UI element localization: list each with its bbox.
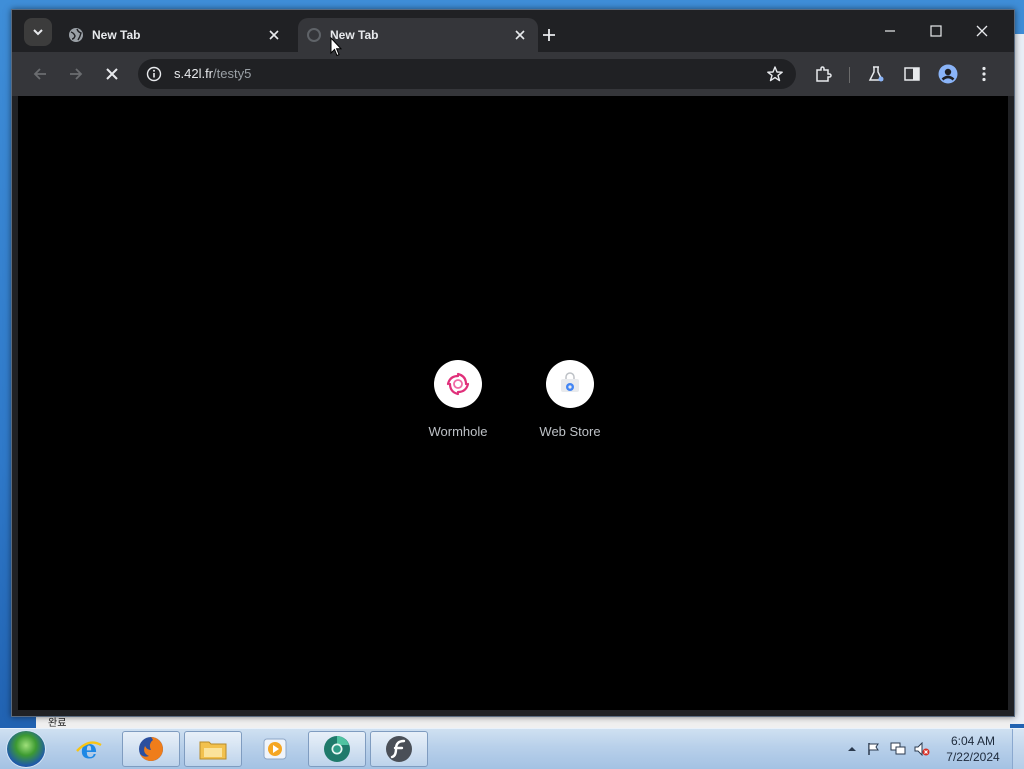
tab-close-button[interactable]	[264, 25, 284, 45]
close-icon	[269, 30, 279, 40]
taskbar-media-player[interactable]	[246, 731, 304, 767]
profile-button[interactable]	[938, 64, 958, 84]
webstore-icon	[561, 372, 579, 392]
side-panel-icon	[904, 67, 920, 81]
shortcut-label: Wormhole	[428, 424, 488, 439]
title-bar: New Tab New Tab	[12, 10, 1014, 52]
mouse-cursor-icon	[330, 37, 342, 57]
internet-explorer-icon: e	[76, 735, 102, 764]
toolbar-divider	[849, 67, 850, 83]
shortcut-web-store[interactable]: Web Store	[525, 360, 615, 439]
clock-time: 6:04 AM	[950, 734, 996, 748]
arrow-left-icon	[33, 68, 46, 80]
close-icon	[976, 25, 988, 37]
show-hidden-icons-button[interactable]	[844, 741, 860, 757]
new-tab-button[interactable]	[536, 22, 562, 48]
chevron-up-icon	[848, 747, 856, 751]
menu-button[interactable]	[974, 64, 994, 84]
tab-title: New Tab	[330, 28, 379, 42]
wormhole-icon	[446, 372, 470, 396]
taskbar-internet-explorer[interactable]: e	[60, 731, 118, 767]
arrow-right-icon	[70, 68, 83, 80]
flask-icon	[868, 66, 884, 82]
chevron-down-icon	[33, 29, 43, 36]
labs-button[interactable]	[866, 64, 886, 84]
tab-close-button[interactable]	[510, 25, 530, 45]
globe-icon	[68, 27, 84, 43]
network-button[interactable]	[890, 741, 906, 757]
toolbar: s.42l.fr/testy5	[12, 52, 1014, 96]
shortcut-label: Web Store	[539, 424, 601, 439]
svg-text:e: e	[81, 735, 98, 764]
flash-icon	[386, 736, 412, 762]
new-tab-page: Wormhole Web Store	[18, 96, 1008, 710]
taskbar-file-explorer[interactable]	[184, 731, 242, 767]
chrome-dev-icon	[324, 736, 350, 762]
system-clock[interactable]: 6:04 AM 7/22/2024	[940, 733, 1006, 765]
star-icon[interactable]	[766, 65, 784, 83]
taskbar-flash[interactable]	[370, 731, 428, 767]
volume-muted-icon	[914, 742, 930, 756]
flag-icon	[868, 743, 879, 755]
clock-date: 7/22/2024	[946, 750, 1000, 764]
close-icon	[106, 68, 118, 80]
taskbar: e 6:04 AM 7/22/2024	[0, 728, 1024, 769]
url-host: s.42l.fr	[174, 66, 214, 81]
start-button[interactable]	[6, 730, 46, 768]
maximize-button[interactable]	[914, 16, 958, 46]
minimize-button[interactable]	[868, 16, 912, 46]
extensions-button[interactable]	[813, 64, 833, 84]
tab-title: New Tab	[92, 28, 141, 42]
tab-new-tab-1[interactable]: New Tab	[60, 18, 292, 52]
shortcut-wormhole[interactable]: Wormhole	[413, 360, 503, 439]
loading-icon	[306, 27, 322, 43]
info-icon[interactable]	[146, 66, 162, 82]
stop-loading-button[interactable]	[98, 60, 126, 88]
volume-button[interactable]	[914, 741, 930, 757]
tab-search-button[interactable]	[24, 18, 52, 46]
url-path: /testy5	[213, 66, 252, 81]
maximize-icon	[930, 25, 942, 37]
shortcut-tile[interactable]	[434, 360, 482, 408]
taskbar-chrome-dev[interactable]	[308, 731, 366, 767]
address-bar[interactable]: s.42l.fr/testy5	[138, 59, 796, 89]
more-vertical-icon	[982, 66, 986, 82]
side-panel-button[interactable]	[902, 64, 922, 84]
firefox-icon	[139, 737, 163, 761]
browser-window: New Tab New Tab s.42l.fr/testy5 Wormhole…	[11, 9, 1015, 717]
shortcut-tile[interactable]	[546, 360, 594, 408]
avatar-icon	[938, 64, 958, 84]
forward-button[interactable]	[62, 60, 90, 88]
media-player-icon	[263, 738, 287, 760]
plus-icon	[543, 29, 555, 41]
show-desktop-button[interactable]	[1012, 729, 1024, 769]
back-button[interactable]	[26, 60, 54, 88]
action-center-button[interactable]	[866, 741, 882, 757]
close-icon	[515, 30, 525, 40]
taskbar-firefox[interactable]	[122, 731, 180, 767]
url-text[interactable]: s.42l.fr/testy5	[174, 66, 251, 81]
minimize-icon	[885, 30, 895, 32]
puzzle-icon	[816, 66, 832, 82]
close-window-button[interactable]	[960, 16, 1004, 46]
file-explorer-icon	[199, 741, 227, 760]
network-icon	[890, 742, 906, 755]
